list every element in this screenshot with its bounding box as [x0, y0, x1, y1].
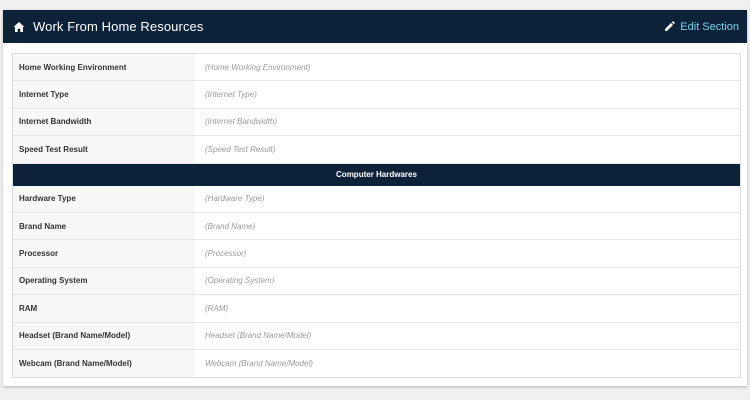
table-row: Home Working Environment (Home Working E… [13, 54, 740, 82]
section-header-computer-hardwares: Computer Hardwares [13, 163, 740, 186]
field-label: Internet Bandwidth [13, 108, 195, 136]
table-row: Brand Name (Brand Name) [13, 212, 740, 241]
details-table: Home Working Environment (Home Working E… [12, 53, 741, 379]
table-row: Webcam (Brand Name/Model) Webcam (Brand … [13, 349, 740, 378]
page-title: Work From Home Resources [33, 19, 204, 34]
table-row: Operating System (Operating System) [13, 267, 740, 296]
header-left: Work From Home Resources [13, 19, 203, 34]
field-value: (Brand Name) [205, 221, 256, 231]
field-label: Speed Test Result [13, 136, 195, 163]
edit-section-button[interactable]: Edit Section [664, 21, 739, 33]
field-label: Brand Name [13, 212, 195, 240]
field-value: (Operating System) [205, 276, 275, 286]
table-row: Hardware Type (Hardware Type) [13, 185, 740, 213]
table-row: Internet Type (Internet Type) [13, 81, 740, 109]
field-value: (Internet Type) [205, 90, 257, 100]
field-value: (Processor) [205, 249, 247, 259]
field-value: (Internet Bandwidth) [205, 117, 278, 127]
field-label: RAM [13, 295, 195, 322]
field-label: Webcam (Brand Name/Model) [13, 349, 195, 378]
field-label: Operating System [13, 267, 195, 295]
edit-section-label: Edit Section [680, 20, 739, 33]
field-label: Headset (Brand Name/Model) [13, 322, 195, 349]
field-value: Webcam (Brand Name/Model) [205, 359, 313, 369]
home-icon [13, 21, 25, 33]
field-label: Processor [13, 240, 195, 267]
field-label: Home Working Environment [13, 54, 195, 81]
table-row: Headset (Brand Name/Model) Headset (Bran… [13, 322, 740, 350]
work-from-home-panel: Work From Home Resources Edit Section Ho… [3, 10, 747, 386]
panel-header: Work From Home Resources Edit Section [3, 10, 747, 43]
table-row: Speed Test Result (Speed Test Result) [13, 136, 740, 164]
pencil-icon [664, 21, 676, 32]
field-label: Internet Type [13, 81, 195, 108]
field-label: Hardware Type [13, 185, 195, 212]
table-row: Processor (Processor) [13, 240, 740, 268]
field-value: Headset (Brand Name/Model) [205, 331, 312, 341]
table-row: RAM (RAM) [13, 295, 740, 323]
field-value: (Home Working Environment) [205, 62, 311, 72]
field-value: (RAM) [205, 303, 229, 313]
table-row: Internet Bandwidth (Internet Bandwidth) [13, 108, 740, 137]
field-value: (Hardware Type) [205, 194, 265, 204]
field-value: (Speed Test Result) [205, 144, 276, 154]
